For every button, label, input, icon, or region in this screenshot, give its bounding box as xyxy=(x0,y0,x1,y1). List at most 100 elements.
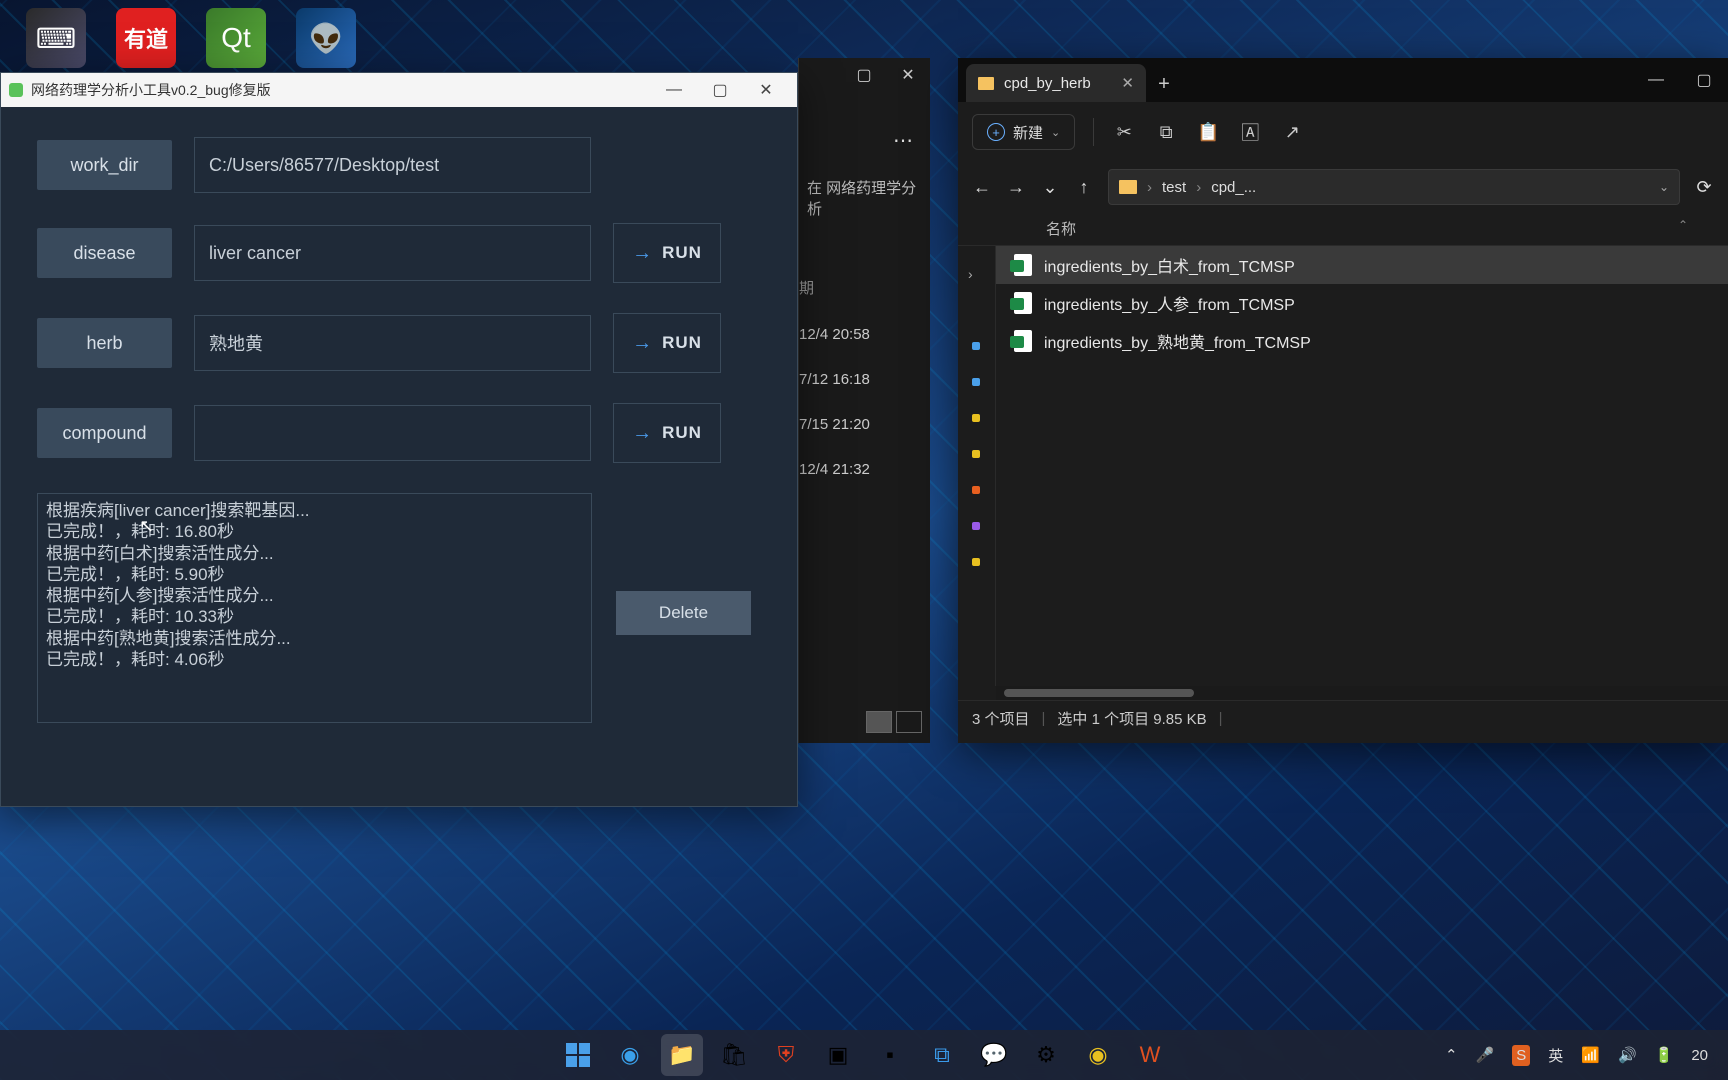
tab-close-icon[interactable]: ✕ xyxy=(1121,74,1134,92)
workdir-label-button[interactable]: work_dir xyxy=(37,140,172,190)
tray-volume-icon[interactable]: 🔊 xyxy=(1618,1046,1637,1064)
close-button[interactable]: ✕ xyxy=(743,73,789,107)
run-label: RUN xyxy=(662,333,702,353)
new-tab-button[interactable]: + xyxy=(1146,66,1182,102)
status-separator: | xyxy=(1219,710,1223,727)
rename-icon[interactable]: 🄰 xyxy=(1238,119,1262,145)
sidebar-pin-icon[interactable] xyxy=(972,378,980,386)
compound-label-button[interactable]: compound xyxy=(37,408,172,458)
refresh-icon[interactable]: ⟳ xyxy=(1694,177,1714,198)
share-icon[interactable]: ↗ xyxy=(1280,122,1304,143)
sidebar-pin-icon[interactable] xyxy=(972,450,980,458)
sidebar-pin-icon[interactable] xyxy=(972,558,980,566)
file-row[interactable]: ingredients_by_人参_from_TCMSP xyxy=(996,284,1728,322)
taskbar-wps-icon[interactable]: W xyxy=(1129,1034,1171,1076)
taskbar-explorer-icon[interactable]: 📁 xyxy=(661,1034,703,1076)
herb-label-button[interactable]: herb xyxy=(37,318,172,368)
arrow-right-icon: → xyxy=(632,422,652,445)
bg-date-header: 期 xyxy=(799,263,930,312)
taskbar-wechat-icon[interactable]: 💬 xyxy=(973,1034,1015,1076)
toolbar-overflow-icon[interactable]: ⋯ xyxy=(799,92,930,153)
taskbar-vscode-icon[interactable]: ⧉ xyxy=(921,1034,963,1076)
bg-date-cell: 7/12 16:18 xyxy=(799,357,930,402)
nav-dropdown-icon[interactable]: ⌄ xyxy=(1040,177,1060,198)
herb-run-button[interactable]: → RUN xyxy=(613,313,721,373)
taskbar-chrome-icon[interactable]: ◉ xyxy=(1077,1034,1119,1076)
bg-max-button[interactable]: ▢ xyxy=(842,58,886,92)
desktop-icon-qt[interactable]: Qt xyxy=(206,8,266,68)
workdir-input[interactable]: C:/Users/86577/Desktop/test xyxy=(194,137,591,193)
file-explorer-window: cpd_by_herb ✕ + — ▢ + 新建 ⌄ ✂ ⧉ 📋 🄰 ↗ ← →… xyxy=(958,58,1728,743)
chevron-right-icon: › xyxy=(1147,179,1152,196)
compound-run-button[interactable]: → RUN xyxy=(613,403,721,463)
taskbar-edge-icon[interactable]: ◉ xyxy=(609,1034,651,1076)
compound-input[interactable] xyxy=(194,405,591,461)
desktop-icon-youdao[interactable]: 有道 xyxy=(116,8,176,68)
bg-search-label: 在 网络药理学分析 xyxy=(799,153,930,219)
workdir-row: work_dir C:/Users/86577/Desktop/test xyxy=(37,137,761,193)
breadcrumb-item[interactable]: test xyxy=(1162,179,1186,196)
tray-wifi-icon[interactable]: 📶 xyxy=(1581,1046,1600,1064)
folder-icon xyxy=(978,77,994,90)
disease-run-button[interactable]: → RUN xyxy=(613,223,721,283)
spreadsheet-icon xyxy=(1014,254,1032,276)
desktop-icon-terminal[interactable]: ⌨ xyxy=(26,8,86,68)
herb-input[interactable]: 熟地黄 xyxy=(194,315,591,371)
tray-clock[interactable]: 20 xyxy=(1691,1047,1708,1064)
chevron-right-icon[interactable]: › xyxy=(968,266,973,282)
plus-circle-icon: + xyxy=(987,123,1005,141)
tray-chevron-icon[interactable]: ⌃ xyxy=(1445,1046,1458,1064)
view-details-icon[interactable] xyxy=(866,711,892,733)
chevron-down-icon: ⌄ xyxy=(1051,126,1060,139)
cut-icon[interactable]: ✂ xyxy=(1112,122,1136,143)
app-titlebar: 网络药理学分析小工具v0.2_bug修复版 — ▢ ✕ xyxy=(1,73,797,107)
column-name-header[interactable]: 名称 xyxy=(1046,221,1076,238)
paste-icon[interactable]: 📋 xyxy=(1196,122,1220,143)
sidebar-pin-icon[interactable] xyxy=(972,486,980,494)
taskbar-store-icon[interactable]: 🛍 xyxy=(713,1034,755,1076)
desktop-icon-alien[interactable]: 👽 xyxy=(296,8,356,68)
desktop-icons-row: ⌨ 有道 Qt 👽 xyxy=(26,8,356,68)
explorer-maximize-button[interactable]: ▢ xyxy=(1680,58,1728,102)
taskbar-mcafee-icon[interactable]: ⛨ xyxy=(765,1034,807,1076)
delete-button[interactable]: Delete xyxy=(616,591,751,635)
log-output[interactable]: 根据疾病[liver cancer]搜索靶基因... 已完成！，耗时: 16.8… xyxy=(37,493,592,723)
taskbar-cmd-icon[interactable]: ▪ xyxy=(869,1034,911,1076)
view-large-icon[interactable] xyxy=(896,711,922,733)
taskbar-center: ◉ 📁 🛍 ⛨ ▣ ▪ ⧉ 💬 ⚙ ◉ W xyxy=(557,1034,1171,1076)
disease-label-button[interactable]: disease xyxy=(37,228,172,278)
tray-battery-icon[interactable]: 🔋 xyxy=(1655,1046,1674,1064)
nav-up-icon[interactable]: ↑ xyxy=(1074,177,1094,198)
chevron-down-icon[interactable]: ⌄ xyxy=(1659,180,1669,194)
explorer-tab[interactable]: cpd_by_herb ✕ xyxy=(966,64,1146,102)
breadcrumb-item[interactable]: cpd_... xyxy=(1211,179,1256,196)
minimize-button[interactable]: — xyxy=(651,73,697,107)
breadcrumb-box[interactable]: › test › cpd_... ⌄ xyxy=(1108,169,1680,205)
nav-forward-icon[interactable]: → xyxy=(1006,177,1026,198)
sidebar-pin-icon[interactable] xyxy=(972,342,980,350)
sidebar-pin-icon[interactable] xyxy=(972,414,980,422)
maximize-button[interactable]: ▢ xyxy=(697,73,743,107)
run-label: RUN xyxy=(662,243,702,263)
file-row[interactable]: ingredients_by_熟地黄_from_TCMSP xyxy=(996,322,1728,360)
file-row[interactable]: ingredients_by_白术_from_TCMSP xyxy=(996,246,1728,284)
explorer-column-header: 名称 ⌃ xyxy=(958,212,1728,246)
disease-input[interactable]: liver cancer xyxy=(194,225,591,281)
explorer-statusbar: 3 个项目 | 选中 1 个项目 9.85 KB | xyxy=(958,700,1728,736)
copy-icon[interactable]: ⧉ xyxy=(1154,122,1178,143)
tray-ime-icon[interactable]: S xyxy=(1512,1045,1530,1066)
bg-close-button[interactable]: ✕ xyxy=(886,58,930,92)
tray-ime2-icon[interactable]: 英 xyxy=(1548,1045,1563,1066)
taskbar-settings-icon[interactable]: ⚙ xyxy=(1025,1034,1067,1076)
explorer-minimize-button[interactable]: — xyxy=(1632,58,1680,102)
horizontal-scrollbar[interactable] xyxy=(996,686,1728,700)
start-button[interactable] xyxy=(557,1034,599,1076)
nav-back-icon[interactable]: ← xyxy=(972,177,992,198)
sidebar-pin-icon[interactable] xyxy=(972,522,980,530)
explorer-sidebar-collapsed[interactable]: › xyxy=(958,246,996,686)
herb-row: herb 熟地黄 → RUN xyxy=(37,313,761,373)
chevron-up-icon[interactable]: ⌃ xyxy=(1678,218,1728,232)
new-button[interactable]: + 新建 ⌄ xyxy=(972,114,1075,150)
tray-mic-icon[interactable]: 🎤 xyxy=(1476,1046,1495,1064)
taskbar-terminal-icon[interactable]: ▣ xyxy=(817,1034,859,1076)
